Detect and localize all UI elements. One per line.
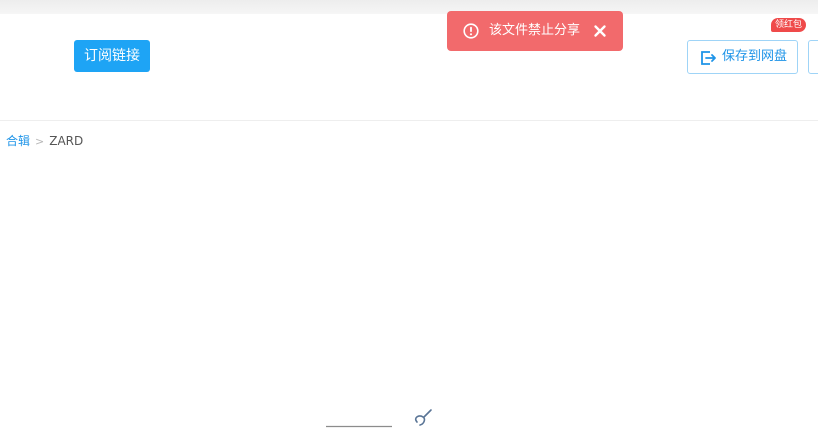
save-to-drive-icon	[701, 51, 716, 65]
page-header: 订阅链接 保存到网盘	[0, 14, 818, 121]
error-toast: 该文件禁止分享	[447, 11, 623, 51]
save-to-drive-button[interactable]: 保存到网盘	[687, 40, 798, 74]
breadcrumb-separator: >	[35, 135, 45, 148]
toast-message: 该文件禁止分享	[489, 23, 581, 38]
exclamation-circle-icon	[463, 23, 479, 39]
more-button[interactable]	[808, 40, 818, 74]
subscribe-link-button[interactable]: 订阅链接	[74, 40, 150, 72]
browser-top-strip	[0, 0, 818, 14]
red-packet-badge[interactable]: 领红包	[771, 18, 806, 32]
breadcrumb-current: ZARD	[49, 134, 84, 148]
save-to-drive-label: 保存到网盘	[722, 49, 788, 64]
close-icon[interactable]	[593, 24, 607, 38]
breadcrumb: 合辑 > ZARD	[6, 133, 83, 149]
empty-state-illustration	[326, 409, 432, 428]
breadcrumb-root-link[interactable]: 合辑	[6, 134, 30, 148]
